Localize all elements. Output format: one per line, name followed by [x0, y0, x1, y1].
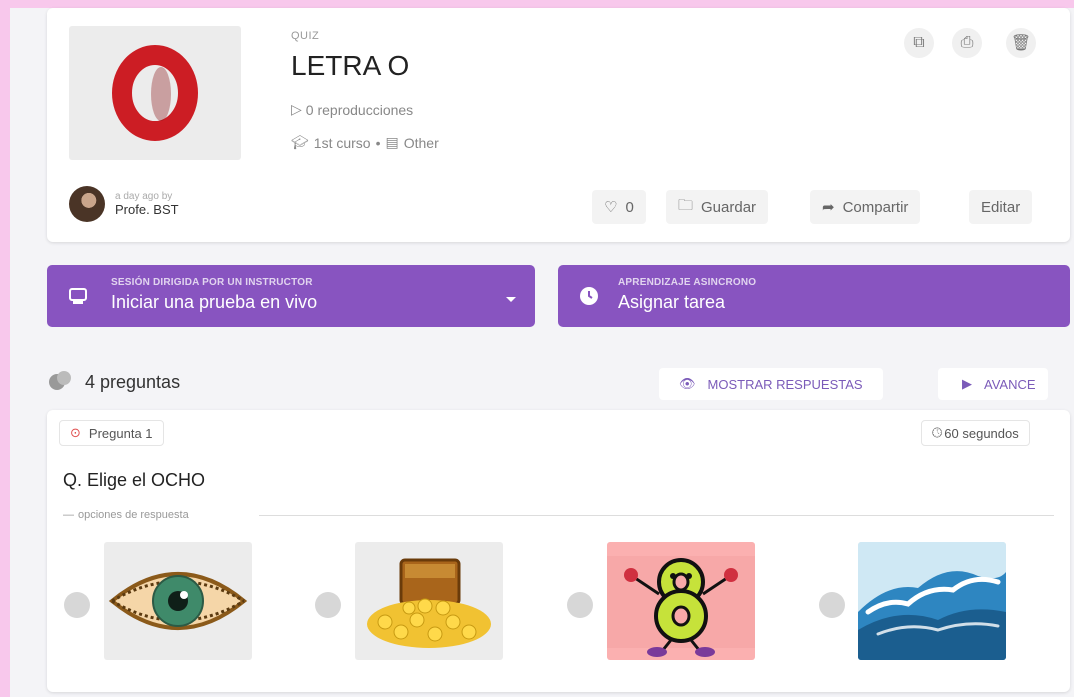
graduation-cap-icon: 🎓︎ — [291, 134, 309, 150]
quiz-tags: 🎓︎ 1st curso • ▤ Other — [291, 134, 439, 151]
tag-separator: • — [375, 134, 381, 151]
options-label-text: opciones de respuesta — [78, 509, 189, 521]
quiz-cover-image — [69, 26, 241, 160]
share-button[interactable]: ➦ Compartir — [810, 190, 921, 224]
live-session-caption: SESIÓN DIRIGIDA POR UN INSTRUCTOR — [111, 277, 313, 288]
option-radio-4[interactable] — [819, 592, 845, 618]
live-session-label: Iniciar una prueba en vivo — [111, 292, 318, 312]
questions-icon — [47, 370, 73, 395]
preview-label: AVANCE — [984, 376, 1036, 392]
copy-icon: ⧉ — [913, 34, 925, 51]
clock-icon — [578, 285, 600, 307]
quiz-type-label: QUIZ — [291, 30, 320, 42]
eye-icon: 👁︎ — [679, 376, 696, 391]
play-icon: ▷ — [291, 101, 302, 117]
opera-logo-icon — [112, 45, 198, 141]
frame-border-left — [0, 0, 10, 697]
printer-icon: ⎙ — [960, 34, 974, 51]
share-label: Compartir — [842, 198, 909, 216]
time-label: 60 segundos — [944, 425, 1019, 441]
trash-icon: 🗑︎ — [1010, 35, 1032, 52]
delete-button[interactable]: 🗑︎ — [1006, 28, 1036, 58]
show-answers-label: MOSTRAR RESPUESTAS — [707, 376, 863, 392]
option-radio-3[interactable] — [567, 592, 593, 618]
like-button[interactable]: ♡ 0 — [592, 190, 646, 224]
question-card: ⊙ Pregunta 1 🕓︎ 60 segundos Q. Elige el … — [47, 410, 1070, 692]
option-radio-2[interactable] — [315, 592, 341, 618]
edit-label: Editar — [981, 198, 1021, 216]
author-info: a day ago by Profe. BST — [69, 186, 179, 222]
assign-caption: APRENDIZAJE ASINCRONO — [618, 277, 757, 288]
preview-button[interactable]: ▶ AVANCE — [938, 368, 1048, 400]
heart-icon: ♡ — [604, 199, 618, 216]
save-button[interactable]: 🗀︎ Guardar — [666, 190, 769, 224]
assign-label: Asignar tarea — [618, 292, 726, 312]
quiz-title: LETRA O — [291, 50, 410, 81]
assign-homework-button[interactable]: APRENDIZAJE ASINCRONO Asignar tarea — [558, 265, 1070, 327]
folder-icon: 🗀︎ — [678, 196, 694, 214]
save-label: Guardar — [701, 198, 757, 216]
frame-border-top — [0, 0, 1074, 8]
grade-label: 1st curso — [313, 134, 371, 151]
question-text: Q. Elige el OCHO — [63, 470, 206, 490]
edit-button[interactable]: Editar — [969, 190, 1033, 224]
duplicate-button[interactable]: ⧉ — [904, 28, 934, 58]
plays-count: ▷ 0 reproducciones — [291, 101, 413, 118]
like-count: 0 — [625, 198, 634, 216]
show-answers-button[interactable]: 👁︎ MOSTRAR RESPUESTAS — [659, 368, 883, 400]
options-divider — [259, 515, 1054, 516]
question-count: 4 preguntas — [47, 370, 180, 395]
question-count-label: 4 preguntas — [85, 372, 181, 392]
treasure-chest-image-icon — [367, 558, 491, 648]
option-image-eye[interactable] — [104, 542, 252, 660]
author-time: a day ago by — [115, 191, 173, 202]
option-image-wave[interactable] — [858, 542, 1006, 660]
number-eight-image-icon — [607, 556, 755, 657]
author-name[interactable]: Profe. BST — [115, 202, 179, 217]
quiz-header-card: QUIZ LETRA O ▷ 0 reproducciones 🎓︎ 1st c… — [47, 8, 1070, 242]
question-number-label: Pregunta 1 — [88, 425, 153, 441]
subject-label: Other — [403, 134, 439, 151]
play-icon: ▶ — [962, 376, 972, 391]
avatar[interactable] — [69, 186, 105, 222]
radio-target-icon: ⊙ — [70, 425, 81, 440]
start-live-quiz-button[interactable]: SESIÓN DIRIGIDA POR UN INSTRUCTOR Inicia… — [47, 265, 535, 327]
time-tag: 🕓︎ 60 segundos — [921, 420, 1030, 446]
share-icon: ➦ — [822, 199, 835, 216]
question-number-tag: ⊙ Pregunta 1 — [59, 420, 164, 446]
presentation-icon — [67, 285, 89, 307]
print-button[interactable]: ⎙ — [952, 28, 982, 58]
option-radio-1[interactable] — [64, 592, 90, 618]
option-image-treasure[interactable] — [355, 542, 503, 660]
plays-text: 0 reproducciones — [305, 101, 414, 118]
eye-image-icon — [108, 572, 248, 630]
options-label: — opciones de respuesta — [63, 509, 189, 521]
option-image-eight[interactable] — [607, 542, 755, 660]
ocean-wave-image-icon — [858, 542, 1006, 660]
chevron-down-icon[interactable] — [505, 291, 517, 309]
book-icon: ▤ — [385, 134, 399, 150]
clock-icon: 🕓︎ — [932, 425, 943, 440]
